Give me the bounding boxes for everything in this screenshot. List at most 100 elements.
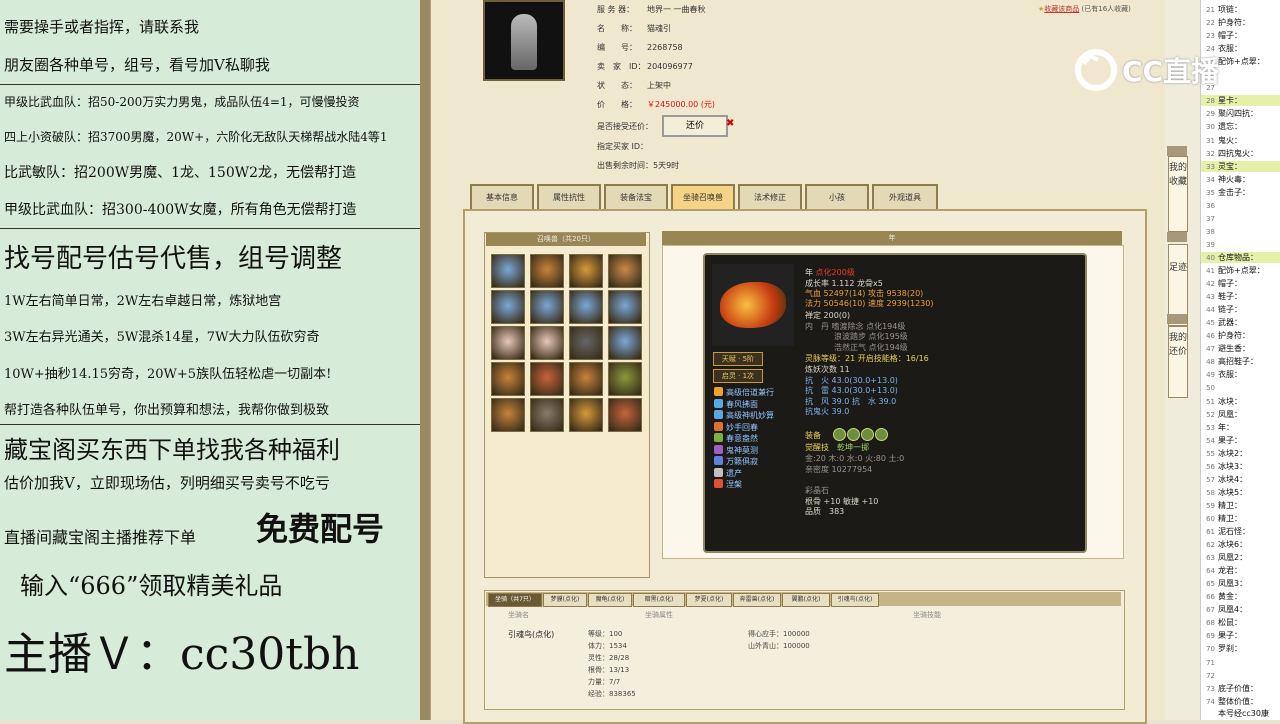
list-row[interactable]: 57 冰块4： (1201, 474, 1280, 485)
list-row[interactable]: 30 遗忘： (1201, 121, 1280, 132)
list-row[interactable]: 69 果子： (1201, 630, 1280, 641)
tab-basic-info[interactable]: 基本信息 (470, 184, 534, 210)
tab-child[interactable]: 小孩 (805, 184, 869, 210)
tab-appearance[interactable]: 外观道具 (872, 184, 938, 210)
pet-slot[interactable] (608, 398, 642, 432)
pet-slot[interactable] (491, 326, 525, 360)
mount-tab[interactable]: 暗黑(点化) (633, 593, 685, 607)
list-row[interactable]: 34 神火毒： (1201, 174, 1280, 185)
list-row[interactable]: 40 仓库物品： (1201, 251, 1280, 263)
mount-tab[interactable]: 翼鹏(点化) (782, 593, 830, 607)
pet-slot[interactable] (530, 254, 564, 288)
list-row[interactable]: 53 年： (1201, 422, 1280, 433)
pet-skill[interactable]: 高级倍道兼行 (714, 387, 774, 398)
pet-slot[interactable] (530, 362, 564, 396)
equip-slot-icon[interactable] (847, 428, 860, 441)
pet-slot[interactable] (530, 290, 564, 324)
list-row[interactable]: 73 底子价值： (1201, 683, 1280, 694)
pet-slot[interactable] (608, 254, 642, 288)
pet-slot[interactable] (569, 254, 603, 288)
pet-slot[interactable] (491, 398, 525, 432)
favorite-link[interactable]: 收藏该商品 (1044, 5, 1079, 13)
pet-slot[interactable] (491, 254, 525, 288)
list-row[interactable]: 74 整体价值： (1201, 696, 1280, 707)
pet-slot[interactable] (569, 362, 603, 396)
list-row[interactable]: 70 罗刹： (1201, 643, 1280, 654)
pet-skill[interactable]: 妙手回春 (714, 421, 758, 433)
mount-tab[interactable]: 魔龟(点化) (588, 593, 632, 607)
list-row[interactable]: 29 聚闪四抗： (1201, 108, 1280, 119)
tab-spell-mod[interactable]: 法术修正 (738, 184, 802, 210)
list-row[interactable]: 52 凤凰： (1201, 409, 1280, 420)
list-row[interactable]: 72 (1201, 670, 1280, 681)
list-row[interactable]: 55 冰块2： (1201, 448, 1280, 459)
my-bargains-button[interactable]: 我的还价 (1168, 326, 1188, 398)
list-row[interactable]: 60 精卫： (1201, 513, 1280, 524)
list-row[interactable]: 51 冰块： (1201, 396, 1280, 407)
list-row[interactable]: 65 凤凰3： (1201, 578, 1280, 589)
list-row[interactable]: 63 凤凰2： (1201, 552, 1280, 563)
list-row[interactable]: 49 衣服： (1201, 369, 1280, 380)
list-row[interactable]: 45 武器： (1201, 317, 1280, 328)
list-row[interactable]: 54 果子： (1201, 435, 1280, 446)
list-row[interactable]: 66 黄金： (1201, 591, 1280, 602)
list-row[interactable]: 58 冰块5： (1201, 487, 1280, 498)
mount-tab[interactable]: 梦貘(点化) (543, 593, 587, 607)
list-row[interactable]: 22 护身符： (1201, 17, 1280, 28)
list-row[interactable]: 46 护身符： (1201, 330, 1280, 341)
equip-slot-icon[interactable] (833, 428, 846, 441)
list-row[interactable]: 36 (1201, 200, 1280, 211)
pet-slot[interactable] (608, 362, 642, 396)
list-row[interactable]: 42 帽子： (1201, 278, 1280, 289)
list-row[interactable]: 50 (1201, 382, 1280, 393)
tab-mounts-pets[interactable]: 坐骑召唤兽 (671, 184, 735, 210)
list-row[interactable]: 28 星卡： (1201, 95, 1280, 107)
pet-slot[interactable] (608, 290, 642, 324)
list-row[interactable]: 56 冰块3： (1201, 461, 1280, 472)
list-row[interactable]: 43 鞋子： (1201, 291, 1280, 302)
pet-skill[interactable]: 春风拂面 (714, 398, 758, 410)
list-row[interactable]: 39 (1201, 239, 1280, 250)
mount-tab[interactable]: 引魂鸟(点化) (831, 593, 879, 607)
pet-skill[interactable]: 春意盎然 (714, 433, 758, 444)
list-row[interactable]: 68 松鼠： (1201, 617, 1280, 628)
pet-slot[interactable] (491, 362, 525, 396)
list-row[interactable]: 41 配饰+点翠： (1201, 265, 1280, 276)
list-row[interactable]: 23 帽子： (1201, 30, 1280, 41)
mount-tab-count[interactable]: 坐骑（共7只） (488, 593, 542, 607)
list-row[interactable]: 37 (1201, 213, 1280, 224)
pet-skill[interactable]: 遗产 (714, 467, 742, 479)
tab-attributes[interactable]: 属性抗性 (537, 184, 601, 210)
pet-slot[interactable] (569, 398, 603, 432)
list-row[interactable]: 31 鬼火： (1201, 135, 1280, 146)
list-row[interactable]: 62 冰块6： (1201, 539, 1280, 550)
list-row[interactable]: 67 凤凰4： (1201, 604, 1280, 615)
tab-equipment[interactable]: 装备法宝 (604, 184, 668, 210)
list-row[interactable]: 61 泥石怪： (1201, 526, 1280, 537)
list-row[interactable]: 44 链子： (1201, 304, 1280, 315)
pet-slot[interactable] (569, 326, 603, 360)
pet-slot[interactable] (530, 326, 564, 360)
pet-slot[interactable] (569, 290, 603, 324)
list-row[interactable]: 64 龙君： (1201, 565, 1280, 576)
equip-slot-icon[interactable] (875, 428, 888, 441)
pet-slot[interactable] (608, 326, 642, 360)
my-favorites-button[interactable]: 我的收藏 (1168, 156, 1188, 232)
list-row[interactable]: 21 项链： (1201, 4, 1280, 15)
list-row[interactable]: 32 四抗鬼火： (1201, 148, 1280, 159)
list-row[interactable]: 38 (1201, 226, 1280, 237)
pet-skill[interactable]: 鬼神莫测 (714, 444, 758, 456)
pet-skill[interactable]: 涅槃 (714, 479, 742, 490)
equip-slot-icon[interactable] (861, 428, 874, 441)
list-row[interactable]: 59 精卫： (1201, 500, 1280, 511)
list-row[interactable]: 33 灵宝： (1201, 160, 1280, 172)
list-row[interactable]: 48 高招鞋子： (1201, 356, 1280, 367)
list-row[interactable]: 35 金击子： (1201, 187, 1280, 198)
mount-tab[interactable]: 梦夏(点化) (686, 593, 732, 607)
mount-tab[interactable]: 奔雷兽(点化) (733, 593, 781, 607)
pet-skill[interactable]: 高级神机妙算 (714, 410, 774, 421)
pet-slot[interactable] (491, 290, 525, 324)
bargain-button[interactable]: 还价 (662, 115, 728, 137)
list-row[interactable]: 47 避生香： (1201, 343, 1280, 354)
pet-slot[interactable] (530, 398, 564, 432)
